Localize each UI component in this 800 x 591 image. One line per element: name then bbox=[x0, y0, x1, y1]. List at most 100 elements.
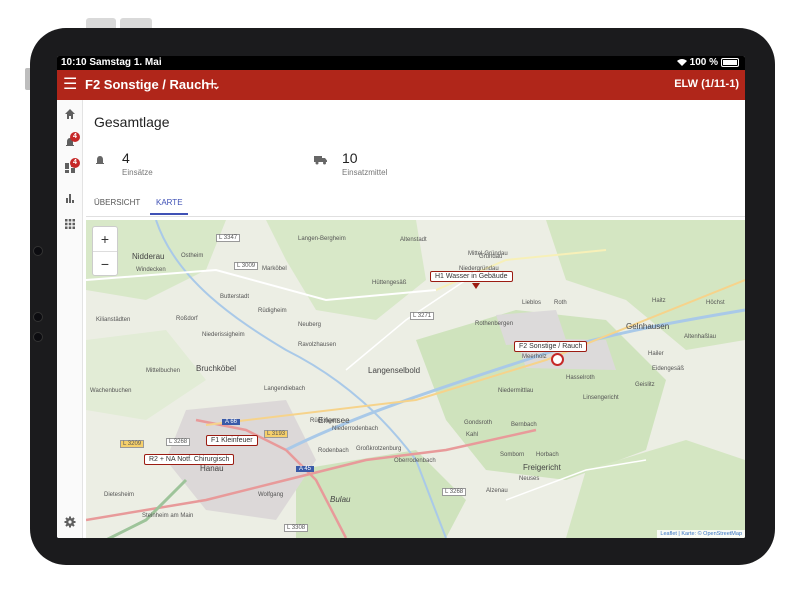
battery-percent: 100 % bbox=[689, 57, 718, 68]
map-town: Haitz bbox=[652, 298, 666, 304]
alarm-badge: 4 bbox=[70, 132, 80, 142]
map-attribution[interactable]: Leaflet | Karte: © OpenStreetMap bbox=[657, 530, 745, 538]
map-town: Hailer bbox=[648, 351, 664, 357]
road-shield: L 3268 bbox=[442, 488, 467, 496]
tab-overview[interactable]: ÜBERSICHT bbox=[94, 198, 140, 207]
map-town: Bruchköbel bbox=[196, 364, 237, 373]
map-town: Bernbach bbox=[511, 422, 537, 428]
map-town: Freigericht bbox=[523, 463, 561, 472]
home-icon[interactable] bbox=[62, 108, 77, 123]
map-town: Hasselroth bbox=[566, 375, 595, 381]
overview-card: Gesamtlage 4 Einsätze 10 Einsatzmittel Ü… bbox=[86, 100, 745, 217]
stat-value: 10 bbox=[342, 150, 358, 166]
apps-grid-icon[interactable] bbox=[62, 218, 77, 233]
map-town: Großkrotzenburg bbox=[356, 446, 402, 452]
battery-icon bbox=[721, 58, 739, 67]
map-town: Langenselbold bbox=[368, 366, 421, 375]
road-shield: A 66 bbox=[222, 419, 241, 425]
dashboard-badge: 4 bbox=[70, 158, 80, 168]
map-town: Kilianstädten bbox=[96, 317, 131, 323]
map-town: Horbach bbox=[536, 452, 559, 458]
active-incident-pin-icon[interactable] bbox=[551, 353, 564, 366]
incident-marker-label[interactable]: F1 Kleinfeuer bbox=[206, 435, 258, 446]
map-town: Marköbel bbox=[262, 266, 287, 272]
map-town: Roth bbox=[554, 300, 567, 306]
road-shield: A 45 bbox=[296, 466, 315, 472]
incident-marker-label[interactable]: F2 Sonstige / Rauch bbox=[514, 341, 588, 352]
road-shield: L 3009 bbox=[234, 262, 259, 270]
bar-chart-icon[interactable] bbox=[62, 192, 77, 207]
alarm-bell-icon bbox=[94, 154, 108, 166]
active-tab-indicator bbox=[150, 213, 188, 215]
status-right: 100 % bbox=[676, 57, 739, 68]
map-town: Niederrodenbach bbox=[332, 426, 379, 432]
map-pin-icon[interactable] bbox=[472, 283, 480, 289]
road-shield: L 3308 bbox=[284, 524, 309, 532]
page-title: Gesamtlage bbox=[94, 114, 170, 130]
map-town: Langen-Bergheim bbox=[298, 236, 346, 242]
alarm-bell-icon[interactable]: 4 bbox=[62, 132, 80, 151]
map-town: Bulau bbox=[330, 495, 351, 504]
map-town: Meerholz bbox=[522, 354, 547, 360]
settings-gear-icon[interactable] bbox=[62, 516, 77, 531]
zoom-in-button[interactable]: + bbox=[93, 227, 117, 252]
map-town: Gelnhausen bbox=[626, 322, 670, 331]
zoom-out-button[interactable]: − bbox=[93, 252, 117, 276]
map-town: Rothenbergen bbox=[475, 321, 514, 327]
zoom-control: + − bbox=[92, 226, 118, 276]
tablet-side-button bbox=[25, 68, 30, 90]
stat-label: Einsatzmittel bbox=[342, 168, 388, 177]
nav-rail: 4 4 bbox=[57, 100, 83, 538]
map-town: Geislitz bbox=[635, 382, 655, 388]
app-screen: 10:10 Samstag 1. Mai 100 % ☰ F2 Sonstige… bbox=[57, 56, 745, 538]
incident-marker-label[interactable]: R2 + NA Notf. Chirurgisch bbox=[144, 454, 235, 465]
map-town: Rüdigheim bbox=[258, 308, 287, 314]
road-shield: L 3268 bbox=[166, 438, 191, 446]
map-town: Mittelbuchen bbox=[146, 368, 181, 374]
map-town: Kahl bbox=[466, 432, 479, 438]
dashboard-icon[interactable]: 4 bbox=[62, 158, 80, 177]
map-town: Hüttengesäß bbox=[372, 280, 407, 286]
map-town: Butterstadt bbox=[220, 294, 250, 300]
tablet-top-button-2 bbox=[120, 18, 152, 28]
map-town: Dietesheim bbox=[104, 492, 135, 498]
tablet-sensor-2 bbox=[33, 332, 43, 342]
map-town: Rodenbach bbox=[318, 448, 349, 454]
map-town: Höchst bbox=[706, 300, 725, 306]
map-town: Niedermittlau bbox=[498, 388, 534, 394]
wifi-icon bbox=[676, 58, 687, 68]
add-icon[interactable]: + bbox=[207, 74, 218, 95]
map-town: Gondsroth bbox=[464, 420, 493, 426]
map-town: Eidengesäß bbox=[652, 366, 685, 372]
map-town: Langendiebach bbox=[264, 386, 306, 392]
main-content: Gesamtlage 4 Einsätze 10 Einsatzmittel Ü… bbox=[86, 100, 745, 538]
map-town: Altenhaßlau bbox=[684, 334, 717, 340]
road-shield: L 3347 bbox=[216, 234, 241, 242]
status-bar: 10:10 Samstag 1. Mai 100 % bbox=[57, 56, 745, 70]
map-town: Ravolzhausen bbox=[298, 342, 337, 348]
map-town: Somborn bbox=[500, 452, 525, 458]
map-town: Altenstadt bbox=[400, 237, 427, 243]
map-town: Lieblos bbox=[522, 300, 542, 306]
incident-marker-label[interactable]: H1 Wasser in Gebäude bbox=[430, 271, 513, 282]
road-shield: L 3209 bbox=[120, 440, 145, 448]
road-shield: L 3193 bbox=[264, 430, 289, 438]
vehicle-label[interactable]: ELW (1/11-1) bbox=[674, 78, 739, 90]
map-town: Neuberg bbox=[298, 322, 322, 328]
menu-icon[interactable]: ☰ bbox=[63, 76, 77, 94]
map-town: Niederissigheim bbox=[202, 332, 245, 338]
map-town: Wolfgang bbox=[258, 492, 284, 498]
tablet-top-button bbox=[86, 18, 116, 28]
map-town: Rückingen bbox=[310, 418, 339, 424]
map-view[interactable]: + − Nidderau Ostheim Windecken Bruchköbe… bbox=[86, 220, 745, 538]
road-shield: L 3271 bbox=[410, 312, 435, 320]
incident-selector[interactable]: F2 Sonstige / Rauch ⌄ bbox=[85, 77, 221, 92]
map-town: Alzenau bbox=[486, 488, 508, 494]
tab-map[interactable]: KARTE bbox=[156, 198, 183, 207]
map-tiles bbox=[86, 220, 745, 538]
map-town: Hanau bbox=[200, 464, 224, 473]
truck-icon bbox=[314, 154, 328, 166]
map-town: Neuses bbox=[519, 476, 540, 482]
status-time: 10:10 Samstag 1. Mai bbox=[61, 57, 162, 68]
tablet-camera bbox=[33, 246, 43, 256]
